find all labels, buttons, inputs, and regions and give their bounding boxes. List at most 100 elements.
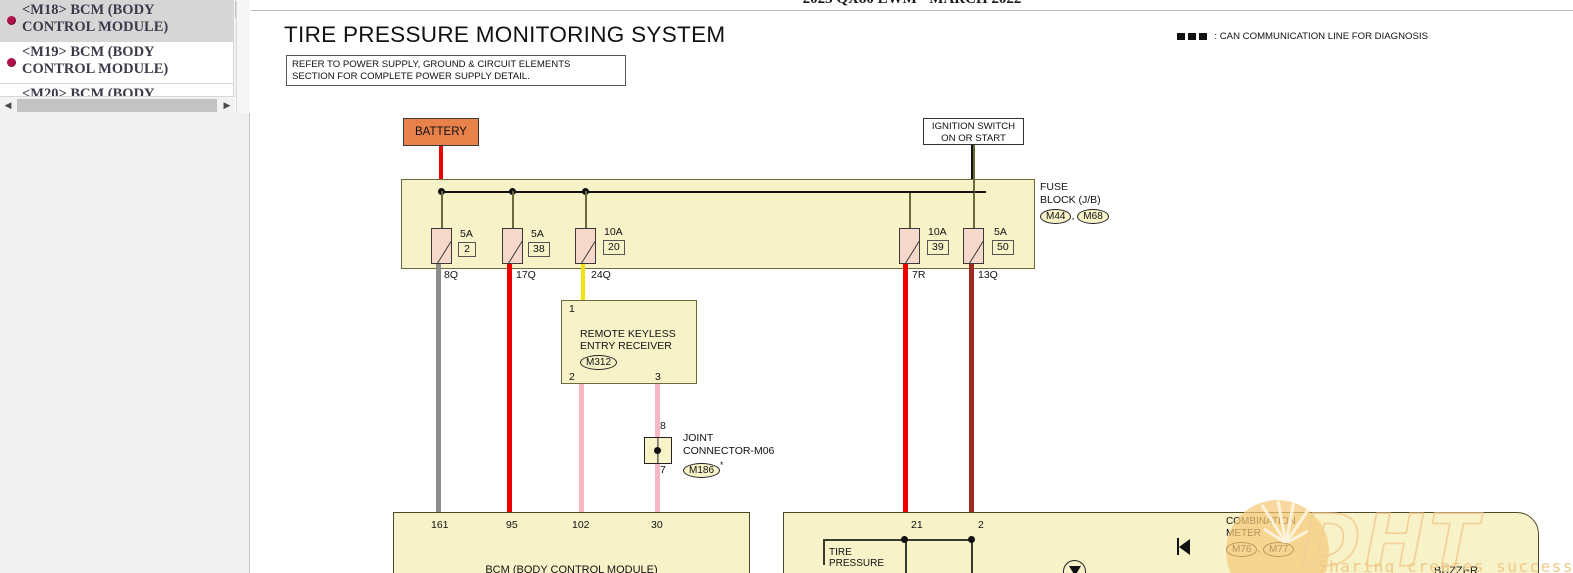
cm-node-21 [901,536,908,543]
remote-keyless-entry-receiver: REMOTE KEYLESS ENTRY RECEIVER M312 [561,300,697,384]
scroll-right-icon[interactable]: ▶ [219,97,235,113]
rke-pin-2: 2 [569,371,575,383]
battery-box: BATTERY [403,118,479,146]
can-line-legend-label: : CAN COMMUNICATION LINE FOR DIAGNOSIS [1214,31,1428,42]
sidebar: <M18> BCM (BODY CONTROL MODULE) <M19> BC… [0,0,250,573]
fuse-block-bus-bar-right [909,191,974,193]
panel-edge [236,0,250,113]
list-item-label: <M18> BCM (BODY CONTROL MODULE) [22,2,169,35]
bcm-pin-30: 30 [651,519,663,531]
fuse-out-pin-17q: 17Q [516,269,536,281]
note-line-1: REFER TO POWER SUPPLY, GROUND & CIRCUIT … [292,59,571,70]
fuse-block-label: FUSE BLOCK (J/B) M44, M68 [1040,181,1109,224]
list-item[interactable]: <M18> BCM (BODY CONTROL MODULE) [0,0,250,42]
fuse-amp-label: 10A [604,226,623,238]
ignition-switch-line-2: ON OR START [941,132,1006,144]
diode-icon [1179,539,1190,555]
can-line-legend: : CAN COMMUNICATION LINE FOR DIAGNOSIS [1177,31,1428,42]
joint-title-line-1: JOINT [683,432,714,444]
joint-asterisk: * [720,460,724,470]
wire-17q-red [507,264,512,516]
fuse-out-pin-8q: 8Q [444,269,459,281]
fuse-out-pin-24q: 24Q [591,269,611,281]
tire-pressure-line-1: TIRE [829,547,852,558]
cm-internal-left-drop [823,539,825,565]
fuse-number-label: 39 [927,240,949,255]
connector-m312: M312 [580,355,618,370]
fuse-number-label: 50 [992,240,1014,255]
fuse-number-label: 2 [458,242,476,257]
list-item-label: <M19> BCM (BODY CONTROL MODULE) [22,44,169,77]
fuse-symbol [963,228,984,264]
wire-rke-pin2-pink [579,384,584,516]
wiring-diagram-canvas: TIRE PRESSURE MONITORING SYSTEM REFER TO… [251,11,1573,573]
rke-pin-3: 3 [655,371,661,383]
fuse-feed-3 [585,191,587,228]
fuse-amp-label: 5A [460,228,473,240]
joint-connector-node [654,447,661,454]
fuse-amp-label: 5A [994,226,1007,238]
fuse-out-pin-13q: 13Q [978,269,998,281]
cm-internal-pin21-drop [905,539,907,573]
joint-connector-label: JOINT CONNECTOR-M06 M186 * [683,432,774,478]
connector-dot-icon [7,16,16,25]
wire-8q-gray [436,264,441,516]
fuse-symbol [431,228,452,264]
bcm-pin-95: 95 [506,519,518,531]
cm-node-2 [968,536,975,543]
connector-m186: M186 [683,462,721,478]
cm-internal-pin2-drop [971,539,973,573]
cm-internal-top-wire [823,539,973,541]
power-supply-note: REFER TO POWER SUPPLY, GROUND & CIRCUIT … [286,55,626,86]
tire-pressure-line-2: PRESSURE [829,558,885,569]
fuse-feed-5 [973,145,975,228]
fuse-feed-4 [909,191,911,228]
rke-title-line-1: REMOTE KEYLESS [580,328,676,340]
connector-separator: , [1071,210,1075,222]
fuse-amp-label: 5A [531,228,544,240]
combination-meter-pin-21: 21 [911,519,923,531]
document-title: 2023 QX80 EWM - MARCH 2022 [251,0,1573,8]
connector-list: <M18> BCM (BODY CONTROL MODULE) <M19> BC… [0,0,250,113]
fuse-feed-1 [441,191,443,228]
sidebar-empty-area [0,113,249,573]
bcm-pin-161: 161 [431,519,449,531]
fuse-out-pin-7r: 7R [912,269,926,281]
bcm-pin-102: 102 [572,519,590,531]
combination-meter-pin-2: 2 [978,519,984,531]
joint-pin-7: 7 [660,464,666,476]
fuse-block-name-line-2: BLOCK (J/B) [1040,193,1101,206]
watermark-tagline: Sharing creates success [1318,557,1573,573]
note-line-2: SECTION FOR COMPLETE POWER SUPPLY DETAIL… [292,70,530,82]
connector-dot-icon [7,58,16,67]
rke-title: REMOTE KEYLESS ENTRY RECEIVER M312 [580,328,676,370]
ignition-switch-line-1: IGNITION SWITCH [931,121,1016,132]
fuse-number-label: 20 [603,240,625,255]
fuse-symbol [502,228,523,264]
ignition-switch-box: IGNITION SWITCH ON OR START [923,118,1024,145]
page-title: TIRE PRESSURE MONITORING SYSTEM [284,22,726,47]
joint-title-line-2: CONNECTOR-M06 [683,444,775,457]
fuse-feed-2 [512,191,514,228]
list-horizontal-scroll-thumb[interactable] [17,99,217,112]
wire-7r-red [903,264,908,516]
fuse-symbol [575,228,596,264]
wire-battery-to-fuseblock [439,146,443,180]
joint-pin-8: 8 [660,420,666,432]
fuse-amp-label: 10A [928,226,947,238]
scroll-left-icon[interactable]: ◀ [0,97,16,113]
list-item[interactable]: <M19> BCM (BODY CONTROL MODULE) [0,42,250,84]
fuse-block [401,179,1035,269]
wire-24q-yellow [581,264,585,301]
rke-pin-1: 1 [569,303,575,315]
tire-pressure-warning-label: TIRE PRESSURE [829,547,884,569]
screenshot-root: 2023 QX80 EWM - MARCH 2022 <M18> BCM (BO… [0,0,1573,573]
connector-m44: M44 [1040,209,1072,224]
list-horizontal-scrollbar[interactable]: ◀ ▶ [0,96,235,113]
connector-m68: M68 [1077,209,1109,224]
can-line-swatch-icon [1177,33,1208,40]
rke-title-line-2: ENTRY RECEIVER [580,340,672,352]
bcm-title: BCM (BODY CONTROL MODULE) [485,564,658,573]
wire-13q-dark-red [969,264,974,516]
fuse-number-label: 38 [528,242,550,257]
